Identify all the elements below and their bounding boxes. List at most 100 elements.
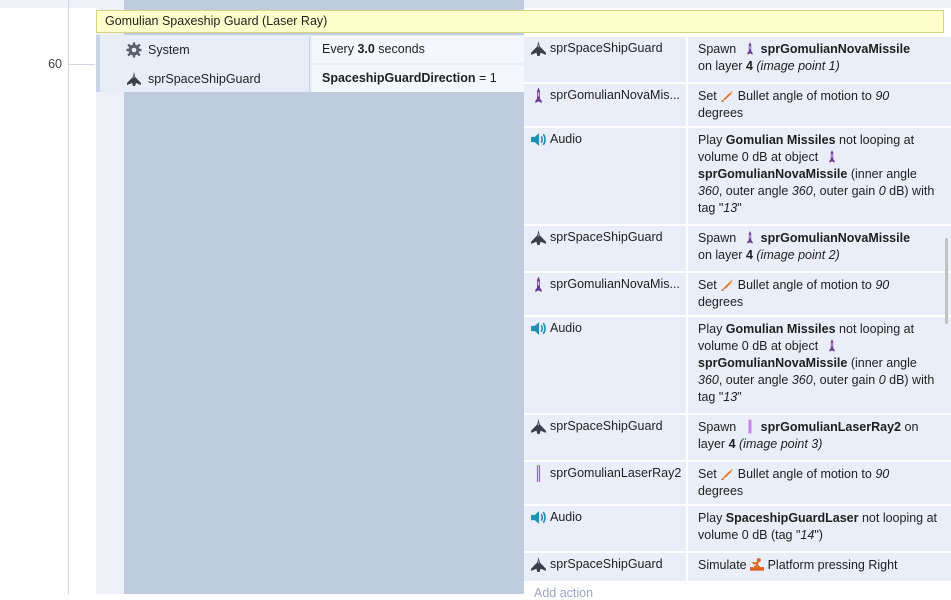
condition-object-label: sprSpaceShipGuard <box>148 71 261 86</box>
condition-value: 1 <box>489 71 497 85</box>
action-object-label: sprSpaceShipGuard <box>550 557 663 571</box>
action-image-point: (image point 2) <box>756 248 840 262</box>
action-text[interactable]: Play Gomulian Missiles not looping at vo… <box>698 128 939 217</box>
action-text-part: , outer angle <box>718 184 792 198</box>
action-object[interactable]: sprSpaceShipGuard <box>524 553 688 581</box>
action-behavior: Bullet <box>737 89 770 103</box>
action-object-label: Audio <box>550 132 582 146</box>
action-text-part: (inner angle <box>847 167 917 181</box>
condition-object[interactable]: sprSpaceShipGuard <box>100 65 310 92</box>
action-text-part: on layer <box>698 248 746 262</box>
action-object[interactable]: Audio <box>524 506 688 551</box>
condition-text[interactable]: SpaceshipGuardDirection = 1 <box>312 65 524 92</box>
action-row[interactable]: sprSpaceShipGuard Simulate Platform pres… <box>524 551 951 581</box>
condition-row[interactable]: System Every 3.0 seconds <box>100 36 524 63</box>
action-text[interactable]: Spawn sprGomulianNovaMissile on layer 4 (… <box>698 226 939 264</box>
action-value: 360 <box>791 373 813 387</box>
action-value: 90 <box>875 89 890 103</box>
action-row[interactable]: sprSpaceShipGuard Spawn sprGomulianLaser… <box>524 413 951 460</box>
group-title: Gomulian Spaxeship Guard (Laser Ray) <box>105 14 328 28</box>
action-object[interactable]: sprSpaceShipGuard <box>524 415 688 460</box>
action-target: sprGomulianLaserRay2 <box>760 420 902 434</box>
action-value: 360 <box>698 184 719 198</box>
action-value: 360 <box>698 373 719 387</box>
action-layer: 4 <box>745 59 753 73</box>
action-object-label: sprGomulianNovaMis... <box>550 88 680 102</box>
action-row[interactable]: sprSpaceShipGuard Spawn sprGomulianNovaM… <box>524 35 951 82</box>
action-text[interactable]: Set Bullet angle of motion to 90 degrees <box>698 84 939 122</box>
condition-text[interactable]: Every 3.0 seconds <box>312 36 524 63</box>
action-object[interactable]: Audio <box>524 317 688 413</box>
action-object[interactable]: sprGomulianLaserRay2 <box>524 462 688 504</box>
conditions-block[interactable]: System Every 3.0 seconds sprSpaceShipGua… <box>96 35 524 92</box>
action-target: sprGomulianNovaMissile <box>760 42 911 56</box>
action-sound: Gomulian Missiles <box>725 322 836 336</box>
action-object-label: sprGomulianNovaMis... <box>550 277 680 291</box>
spaceship-icon <box>530 40 547 57</box>
action-layer: 4 <box>745 248 753 262</box>
spaceship-icon <box>530 556 547 573</box>
action-sound: SpaceshipGuardLaser <box>725 511 859 525</box>
action-text[interactable]: Play SpaceshipGuardLaser not looping at … <box>698 506 939 544</box>
event-group-header[interactable]: Gomulian Spaxeship Guard (Laser Ray) <box>96 10 944 33</box>
action-text[interactable]: Play Gomulian Missiles not looping at vo… <box>698 317 939 406</box>
laser-icon <box>743 419 757 434</box>
action-text-part: angle of motion to <box>769 278 876 292</box>
add-action-link[interactable]: Add action <box>534 586 593 600</box>
action-value: 0 <box>878 373 886 387</box>
missile-icon <box>743 230 757 245</box>
action-value: 90 <box>875 278 890 292</box>
condition-row[interactable]: sprSpaceShipGuard SpaceshipGuardDirectio… <box>100 65 524 92</box>
condition-value: 3.0 <box>357 42 375 56</box>
condition-object-label: System <box>148 42 190 57</box>
action-row[interactable]: sprSpaceShipGuard Spawn sprGomulianNovaM… <box>524 224 951 271</box>
action-object[interactable]: sprGomulianNovaMis... <box>524 84 688 126</box>
action-object[interactable]: sprSpaceShipGuard <box>524 37 688 82</box>
action-object-label: sprGomulianLaserRay2 <box>550 466 682 480</box>
action-text[interactable]: Set Bullet angle of motion to 90 degrees <box>698 273 939 311</box>
gear-icon <box>126 42 142 58</box>
action-object[interactable]: sprGomulianNovaMis... <box>524 273 688 315</box>
action-text[interactable]: Simulate Platform pressing Right <box>698 553 939 574</box>
action-value: 0 <box>878 184 886 198</box>
action-text-part: on layer <box>698 59 746 73</box>
action-row[interactable]: sprGomulianLaserRay2 Set Bullet angle of… <box>524 460 951 504</box>
action-row[interactable]: Audio Play SpaceshipGuardLaser not loopi… <box>524 504 951 551</box>
action-text-part: " <box>737 390 742 404</box>
missile-icon <box>743 41 757 56</box>
action-object-label: sprSpaceShipGuard <box>550 419 663 433</box>
action-row[interactable]: Audio Play Gomulian Missiles not looping… <box>524 315 951 413</box>
action-text[interactable]: Spawn sprGomulianNovaMissile on layer 4 (… <box>698 37 939 75</box>
bullet-behavior-icon <box>720 88 734 103</box>
action-verb: Play <box>698 133 726 147</box>
action-object-label: sprSpaceShipGuard <box>550 41 663 55</box>
action-text[interactable]: Spawn sprGomulianLaserRay2 on layer 4 (i… <box>698 415 939 453</box>
action-unit: degrees <box>698 295 744 309</box>
bullet-behavior-icon <box>720 466 734 481</box>
action-value: 90 <box>875 467 890 481</box>
action-value: 360 <box>791 184 813 198</box>
action-row[interactable]: Audio Play Gomulian Missiles not looping… <box>524 126 951 224</box>
action-text-part: " <box>737 201 742 215</box>
action-target: sprGomulianNovaMissile <box>698 356 848 370</box>
event-gutter-tick <box>68 64 95 65</box>
action-target: sprGomulianNovaMissile <box>698 167 848 181</box>
action-text-part: pressing Right <box>814 558 898 572</box>
missile-icon <box>530 276 547 293</box>
condition-operator: = <box>475 71 490 85</box>
vertical-scrollbar[interactable] <box>945 238 948 324</box>
action-object[interactable]: Audio <box>524 128 688 224</box>
action-verb: Set <box>698 89 717 103</box>
action-object-label: Audio <box>550 321 582 335</box>
condition-text-part: seconds <box>374 42 425 56</box>
action-verb: Simulate <box>698 558 751 572</box>
action-row[interactable]: sprGomulianNovaMis... Set Bullet angle o… <box>524 82 951 126</box>
bullet-behavior-icon <box>720 277 734 292</box>
action-text[interactable]: Set Bullet angle of motion to 90 degrees <box>698 462 939 500</box>
action-verb: Spawn <box>698 420 737 434</box>
action-row[interactable]: sprGomulianNovaMis... Set Bullet angle o… <box>524 271 951 315</box>
missile-icon <box>530 87 547 104</box>
condition-object[interactable]: System <box>100 36 310 63</box>
action-tag: 13 <box>723 390 738 404</box>
action-object[interactable]: sprSpaceShipGuard <box>524 226 688 271</box>
